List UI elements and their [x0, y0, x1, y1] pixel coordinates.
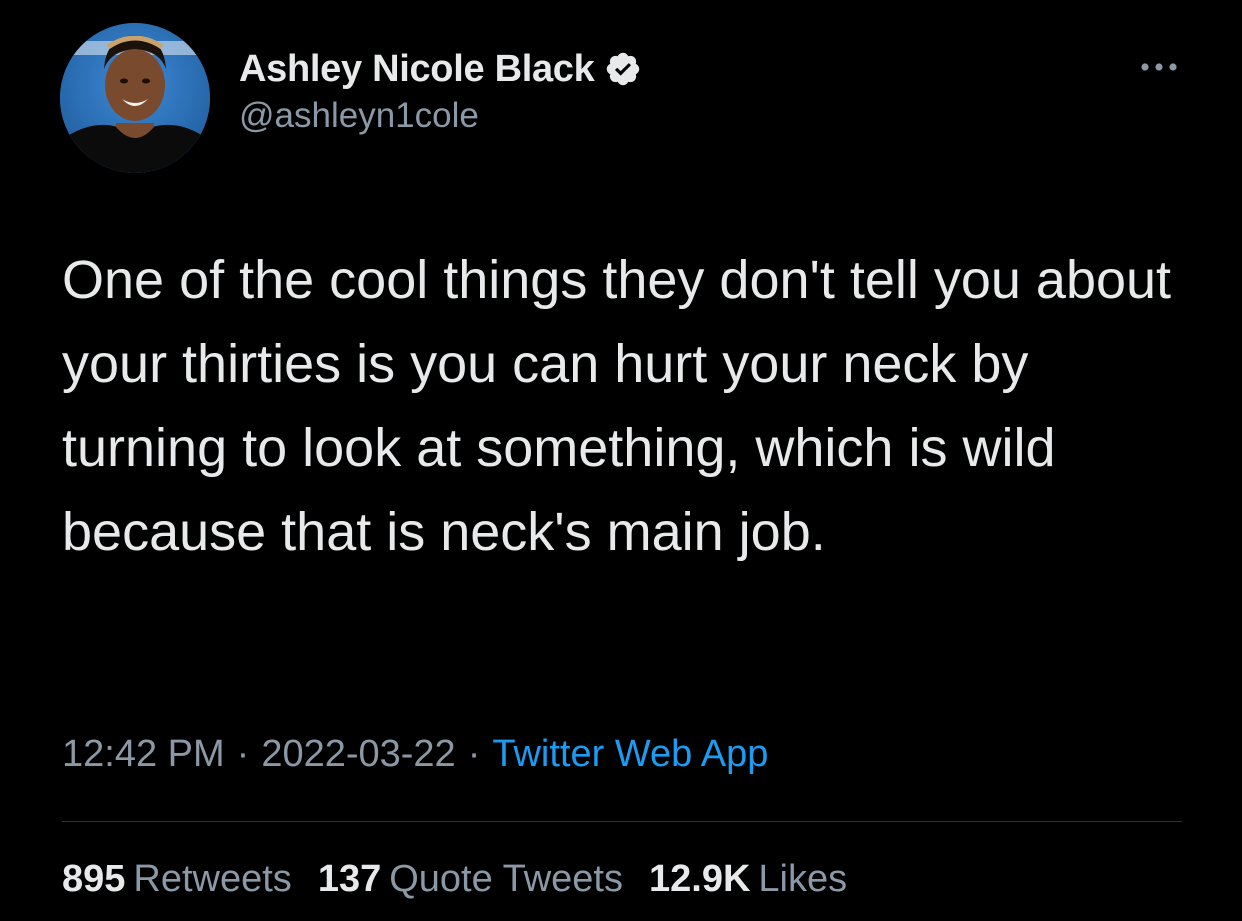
- divider: [62, 821, 1182, 822]
- meta-separator: ·: [467, 733, 481, 775]
- tweet-time[interactable]: 12:42 PM: [62, 733, 225, 775]
- likes-stat[interactable]: 12.9K Likes: [649, 858, 847, 901]
- quote-tweets-label: Quote Tweets: [389, 858, 623, 900]
- tweet-meta: 12:42 PM · 2022-03-22 · Twitter Web App: [62, 733, 768, 776]
- source-link[interactable]: Twitter Web App: [492, 733, 768, 775]
- retweets-count: 895: [62, 858, 126, 900]
- tweet-text: One of the cool things they don't tell y…: [62, 250, 1187, 562]
- likes-count: 12.9K: [649, 858, 751, 900]
- avatar[interactable]: [60, 23, 210, 173]
- engagement-stats: 895 Retweets 137 Quote Tweets 12.9K Likes: [62, 858, 873, 901]
- likes-label: Likes: [758, 858, 848, 900]
- display-name[interactable]: Ashley Nicole Black: [239, 48, 595, 91]
- meta-separator: ·: [236, 733, 250, 775]
- retweets-stat[interactable]: 895 Retweets: [62, 858, 292, 901]
- display-name-row: Ashley Nicole Black: [239, 46, 642, 92]
- verified-badge-icon: [604, 50, 642, 88]
- tweet-detail: Ashley Nicole Black @ashleyn1cole One of…: [0, 0, 1242, 921]
- quote-tweets-count: 137: [317, 858, 382, 900]
- retweets-label: Retweets: [133, 858, 292, 900]
- tweet-date[interactable]: 2022-03-22: [261, 733, 455, 775]
- more-options-icon[interactable]: [1134, 52, 1184, 82]
- quote-tweets-stat[interactable]: 137 Quote Tweets: [318, 858, 623, 901]
- handle[interactable]: @ashleyn1cole: [239, 96, 642, 136]
- author-block: Ashley Nicole Black @ashleyn1cole: [239, 46, 642, 136]
